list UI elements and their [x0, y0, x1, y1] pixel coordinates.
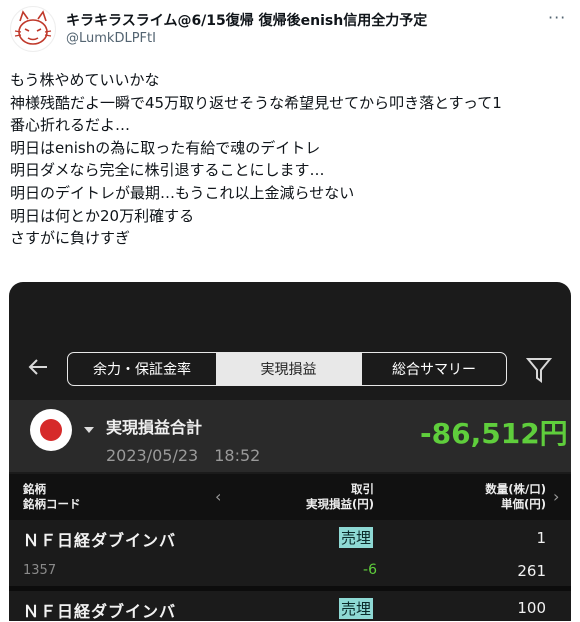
- tweet-line: 明日は何とか20万利確する: [10, 206, 195, 225]
- header-right-line1: 数量(株/口): [485, 482, 546, 496]
- avatar-face-icon: [14, 10, 52, 45]
- chevron-left-icon[interactable]: ‹: [215, 487, 221, 506]
- tab-margin[interactable]: 余力・保証金率: [68, 353, 216, 385]
- trade-badge: 売埋: [339, 527, 374, 548]
- summary-datetime: 2023/05/23 18:52: [106, 446, 261, 465]
- row-divider: [9, 586, 571, 591]
- header-mid: 取引 実現損益(円): [256, 482, 374, 512]
- row-name[interactable]: ＮＦ日経ダブインバ: [23, 598, 176, 622]
- tab-summary[interactable]: 総合サマリー: [361, 353, 506, 385]
- header-right-line2: 単価(円): [500, 497, 546, 511]
- tweet-text: もう株やめていいかな 神様残酷だよ一瞬で45万取り返せそうな希望見せてから叩き落…: [10, 69, 575, 250]
- header-mid-line1: 取引: [351, 482, 374, 496]
- tweet-line: さすがに負けすぎ: [10, 229, 131, 248]
- filter-icon[interactable]: [526, 356, 552, 384]
- tab-realized-pl[interactable]: 実現損益: [216, 353, 361, 385]
- summary-label: 実現損益合計: [106, 418, 203, 437]
- display-name[interactable]: キラキラスライム@6/15復帰 復帰後enish信用全力予定: [66, 10, 427, 30]
- chevron-right-icon[interactable]: ›: [553, 487, 559, 506]
- user-handle[interactable]: @LumkDLPFtI: [66, 31, 156, 46]
- header-mid-line2: 実現損益(円): [305, 497, 374, 511]
- segment-tabs: 余力・保証金率 実現損益 総合サマリー: [67, 352, 507, 386]
- header-left: 銘柄 銘柄コード: [23, 482, 81, 512]
- summary-value: -86,512円: [420, 417, 568, 450]
- row-price: 261: [517, 562, 546, 580]
- row-qty: 100: [517, 599, 546, 617]
- back-arrow-icon[interactable]: [27, 356, 49, 378]
- header-left-line2: 銘柄コード: [23, 497, 81, 511]
- header-right: 数量(株/口) 単価(円): [429, 482, 546, 512]
- row-qty: 1: [536, 529, 546, 547]
- row-name[interactable]: ＮＦ日経ダブインバ: [23, 527, 176, 551]
- tweet-line: 神様残酷だよ一瞬で45万取り返せそうな希望見せてから叩き落とすって1: [10, 93, 502, 112]
- tweet-line: 明日はenishの為に取った有給で魂のデイトレ: [10, 138, 321, 157]
- trade-badge: 売埋: [339, 598, 374, 619]
- tweet-line: 明日ダメなら完全に株引退することにします…: [10, 161, 325, 180]
- tweet-line: もう株やめていいかな: [10, 71, 160, 89]
- chevron-down-icon[interactable]: [84, 427, 94, 433]
- row-pl: -6: [363, 562, 377, 578]
- row-code: 1357: [23, 563, 57, 578]
- more-options-icon[interactable]: ···: [548, 8, 566, 27]
- avatar[interactable]: [10, 6, 56, 52]
- tweet-line: 番心折れるだよ…: [10, 116, 131, 135]
- japan-flag-icon: [30, 409, 72, 451]
- header-left-line1: 銘柄: [23, 482, 46, 496]
- tweet-line: 明日のデイトレが最期…もうこれ以上金減らせない: [10, 183, 355, 202]
